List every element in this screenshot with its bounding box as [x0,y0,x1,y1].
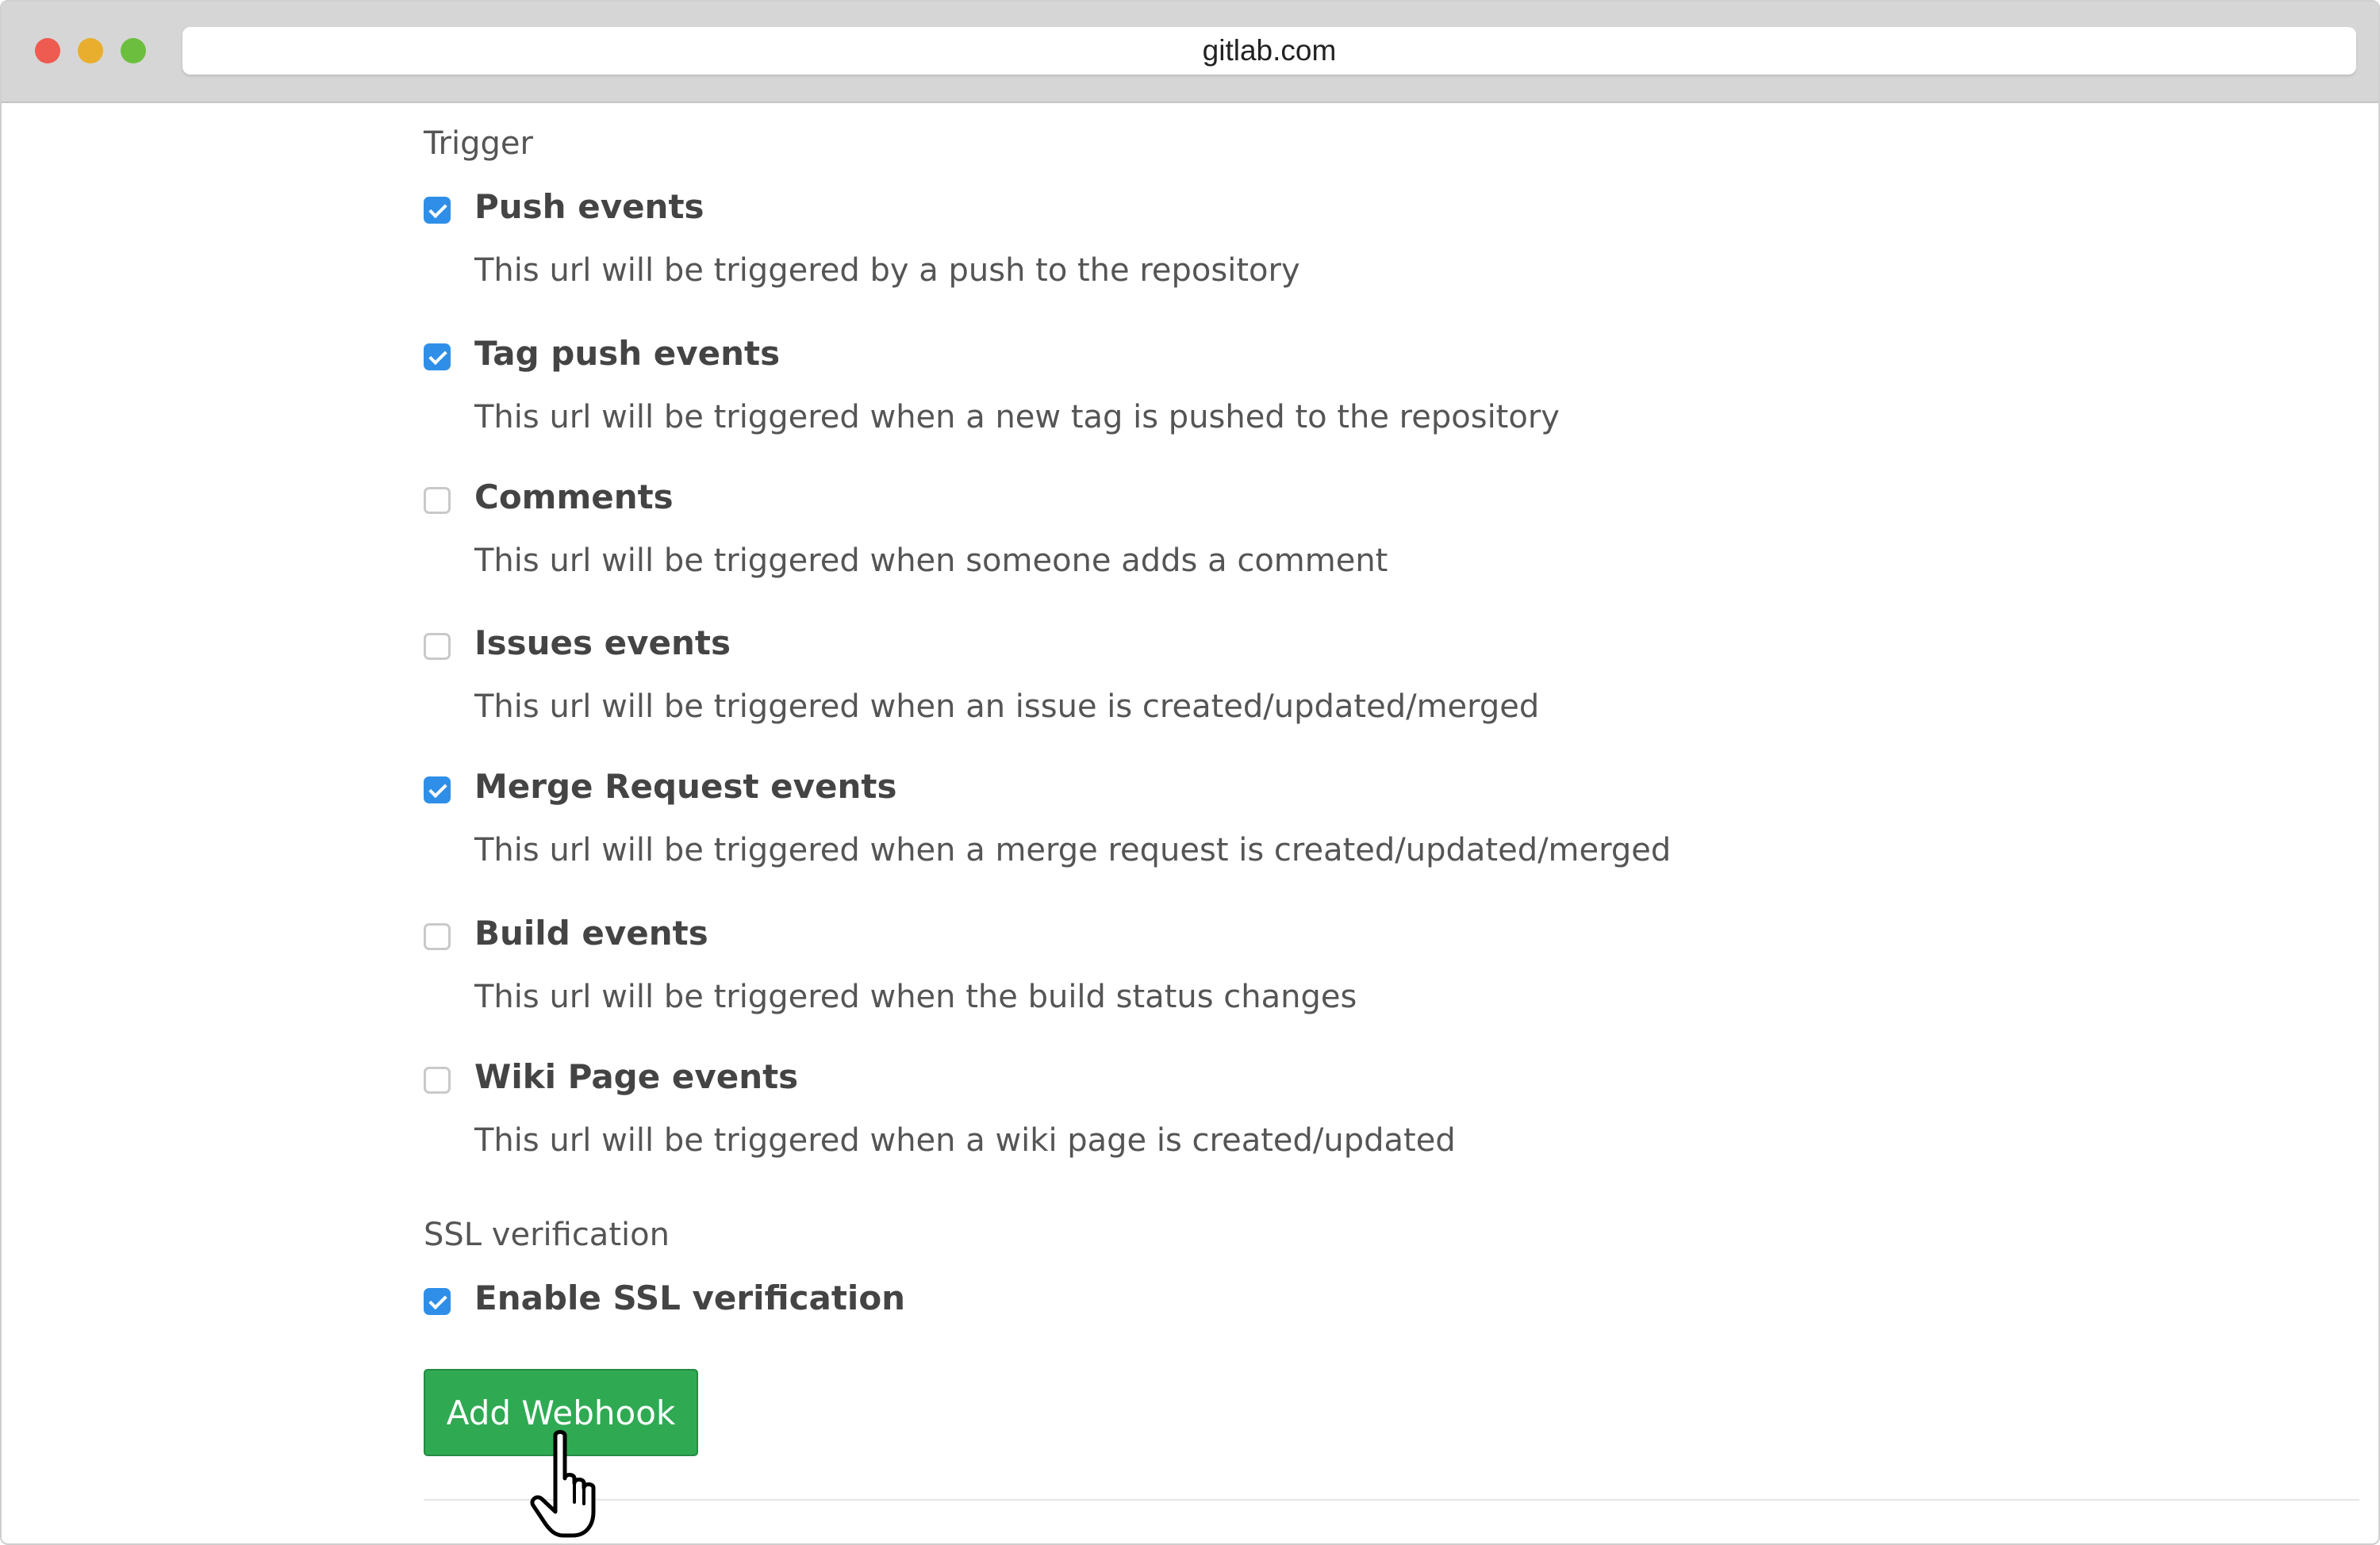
address-bar-url: gitlab.com [1202,34,1337,67]
hand-pointer-cursor-icon [530,1430,596,1538]
close-window-button[interactable] [35,38,60,63]
build-events-checkbox[interactable] [424,923,451,950]
wiki-page-events-description: This url will be triggered when a wiki p… [474,1122,1456,1159]
comments-description: This url will be triggered when someone … [474,542,1388,579]
comments-checkbox[interactable] [424,487,451,514]
issues-events-checkbox[interactable] [424,633,451,660]
trigger-section-label: Trigger [424,125,533,162]
merge-request-events-checkbox[interactable] [424,776,451,803]
maximize-window-button[interactable] [121,38,146,63]
tag-push-events-checkbox[interactable] [424,343,451,370]
enable-ssl-verification-label[interactable]: Enable SSL verification [474,1279,905,1317]
browser-window: gitlab.com Trigger Push events This url … [0,0,2380,1545]
address-bar[interactable]: gitlab.com [182,27,2356,75]
wiki-page-events-label[interactable]: Wiki Page events [474,1057,798,1096]
tag-push-events-label[interactable]: Tag push events [474,334,780,373]
merge-request-events-description: This url will be triggered when a merge … [474,832,1672,868]
form-divider [424,1499,2359,1501]
build-events-description: This url will be triggered when the buil… [474,979,1357,1015]
push-events-description: This url will be triggered by a push to … [474,252,1300,289]
merge-request-events-label[interactable]: Merge Request events [474,767,896,806]
issues-events-label[interactable]: Issues events [474,623,731,662]
minimize-window-button[interactable] [78,38,103,63]
issues-events-description: This url will be triggered when an issue… [474,688,1540,725]
ssl-section-label: SSL verification [424,1217,670,1253]
comments-label[interactable]: Comments [474,477,674,516]
build-events-label[interactable]: Build events [474,914,708,953]
push-events-checkbox[interactable] [424,197,451,224]
push-events-label[interactable]: Push events [474,187,704,226]
add-webhook-button-label: Add Webhook [446,1393,676,1432]
wiki-page-events-checkbox[interactable] [424,1067,451,1094]
tag-push-events-description: This url will be triggered when a new ta… [474,399,1560,435]
browser-titlebar: gitlab.com [2,2,2378,103]
enable-ssl-verification-checkbox[interactable] [424,1288,451,1315]
